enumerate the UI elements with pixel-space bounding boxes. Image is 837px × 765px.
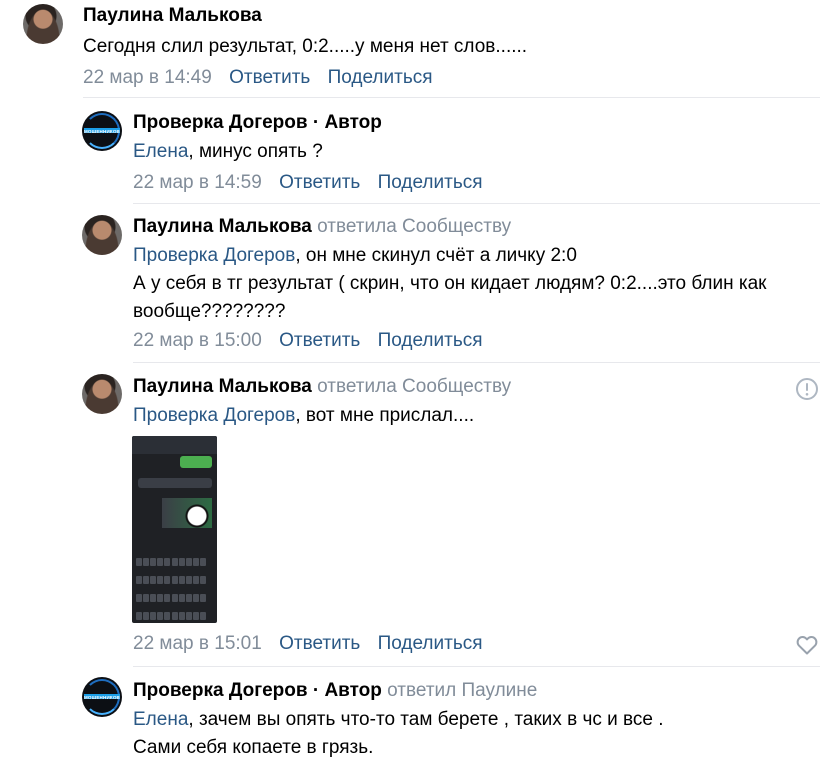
author-name[interactable]: Проверка Догеров · Автор <box>133 680 382 701</box>
comment-date[interactable]: 22 мар в 15:00 <box>133 330 262 351</box>
share-button[interactable]: Поделиться <box>378 633 483 654</box>
comment-author[interactable]: Проверка Догеров · Автор ответил Паулине <box>133 678 664 704</box>
comment-author[interactable]: Паулина Малькова ответила Сообществу <box>133 374 511 400</box>
replied-to[interactable]: ответила Сообществу <box>317 216 511 237</box>
author-name[interactable]: Паулина Малькова <box>133 216 312 237</box>
avatar[interactable] <box>82 374 122 414</box>
reply-button[interactable]: Ответить <box>279 330 360 351</box>
comment-text: Сегодня слил результат, 0:2.....у меня н… <box>83 36 528 57</box>
reply-button[interactable]: Ответить <box>279 172 360 193</box>
comment-text-line: Сами себя копаете в грязь. <box>133 737 374 758</box>
comment-text: , минус опять ? <box>188 141 323 162</box>
comment-text-line: А у себя в тг результат ( скрин, что он … <box>133 273 767 294</box>
share-button[interactable]: Поделиться <box>378 172 483 193</box>
comment-text-line: , зачем вы опять что-то там берете , так… <box>188 709 664 730</box>
comment-author[interactable]: Паулина Малькова ответила Сообществу <box>133 214 823 240</box>
avatar[interactable]: МОШЕННИКОВ <box>82 677 122 717</box>
reply-button[interactable]: Ответить <box>229 67 310 88</box>
divider <box>133 666 820 667</box>
author-name[interactable]: Паулина Малькова <box>133 376 312 397</box>
comment-text-line: , он мне скинул счёт а личку 2:0 <box>295 245 577 266</box>
comment-date[interactable]: 22 мар в 14:49 <box>83 67 212 88</box>
like-heart-icon[interactable] <box>795 633 819 657</box>
attached-screenshot-image[interactable] <box>132 436 217 623</box>
avatar[interactable]: МОШЕННИКОВ <box>82 111 122 151</box>
avatar-logo-text: МОШЕННИКОВ <box>83 694 120 700</box>
share-button[interactable]: Поделиться <box>378 330 483 351</box>
comment-text: , вот мне прислал.... <box>295 405 475 426</box>
report-icon[interactable] <box>795 377 819 401</box>
replied-to[interactable]: ответила Сообществу <box>317 376 511 397</box>
comment-author[interactable]: Проверка Догеров · Автор <box>133 110 483 136</box>
avatar[interactable] <box>23 4 63 44</box>
avatar-logo-text: МОШЕННИКОВ <box>83 128 120 134</box>
reply-button[interactable]: Ответить <box>279 633 360 654</box>
divider <box>83 97 820 98</box>
share-button[interactable]: Поделиться <box>328 67 433 88</box>
comment-text-line: вообще???????? <box>133 301 286 322</box>
mention-link[interactable]: Елена <box>133 141 188 162</box>
comment-author[interactable]: Паулина Малькова <box>83 3 527 29</box>
comment-date[interactable]: 22 мар в 15:01 <box>133 633 262 654</box>
mention-link[interactable]: Елена <box>133 709 188 730</box>
replied-to[interactable]: ответил Паулине <box>387 680 537 701</box>
avatar[interactable] <box>82 215 122 255</box>
mention-link[interactable]: Проверка Догеров <box>133 405 295 426</box>
divider <box>133 203 820 204</box>
mention-link[interactable]: Проверка Догеров <box>133 245 295 266</box>
comment-date[interactable]: 22 мар в 14:59 <box>133 172 262 193</box>
divider <box>133 362 820 363</box>
